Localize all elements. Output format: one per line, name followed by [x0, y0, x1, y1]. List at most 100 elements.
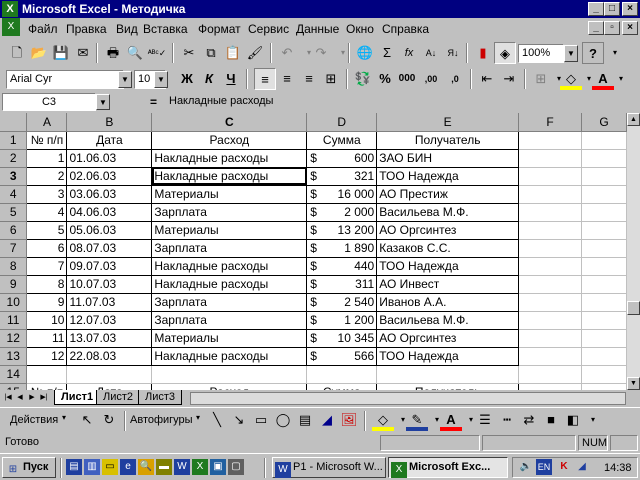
cell-date[interactable]: 11.07.03: [66, 292, 153, 312]
select-all-button[interactable]: [0, 113, 28, 132]
row-header[interactable]: 1: [0, 131, 28, 150]
empty-cell[interactable]: [518, 365, 583, 384]
cell-sum[interactable]: $13 200: [306, 220, 378, 240]
cell-sum[interactable]: $321: [306, 166, 378, 186]
print-icon[interactable]: 🖶: [102, 42, 124, 64]
menu-file[interactable]: Файл: [28, 22, 58, 36]
doc-restore-button[interactable]: ▫: [604, 21, 620, 35]
currency-icon[interactable]: 💱: [352, 68, 374, 90]
minimize-button[interactable]: _: [588, 2, 604, 16]
cell-sum[interactable]: $2 540: [306, 292, 378, 312]
line-style-icon[interactable]: ☰: [474, 409, 496, 431]
cell-date[interactable]: 12.07.03: [66, 310, 153, 330]
row-header[interactable]: 2: [0, 149, 28, 168]
header-cell-copy[interactable]: Сумма: [306, 382, 378, 390]
shadow-icon[interactable]: ■: [540, 409, 562, 431]
new-file-icon[interactable]: 🗋: [6, 42, 28, 64]
keyboard-switch-icon[interactable]: K: [556, 459, 572, 475]
redo-icon[interactable]: ↷: [310, 42, 332, 64]
row-header[interactable]: 4: [0, 185, 28, 204]
actions-dropdown-icon[interactable]: ▾: [62, 413, 66, 422]
empty-cell[interactable]: [518, 311, 583, 330]
clipart-icon[interactable]: 🖼: [338, 409, 360, 431]
save-icon[interactable]: 💾: [50, 42, 72, 64]
menu-format[interactable]: Формат: [198, 22, 241, 36]
line-icon[interactable]: ╲: [206, 409, 228, 431]
cell-recipient[interactable]: АО Оргсинтез: [376, 328, 520, 348]
format-painter-icon[interactable]: 🖌: [244, 42, 266, 64]
first-sheet-icon[interactable]: |◀: [2, 392, 14, 404]
cell-date[interactable]: 13.07.03: [66, 328, 153, 348]
cell-expense[interactable]: Материалы: [151, 184, 308, 204]
line-color-icon[interactable]: ✎: [406, 409, 428, 431]
row-header[interactable]: 15: [0, 383, 28, 390]
column-header-a[interactable]: A: [26, 113, 68, 132]
cell-date[interactable]: 02.06.03: [66, 166, 153, 186]
language-indicator[interactable]: EN: [536, 459, 552, 475]
header-cell-recipient[interactable]: Получатель: [376, 130, 520, 150]
column-header-d[interactable]: D: [306, 113, 378, 132]
tab-sheet1[interactable]: Лист1: [54, 390, 101, 405]
cell-expense[interactable]: Накладные расходы: [151, 166, 308, 186]
formula-input[interactable]: Накладные расходы: [166, 93, 638, 111]
cell-recipient[interactable]: ТОО Надежда: [376, 346, 520, 366]
cell-date[interactable]: 10.07.03: [66, 274, 153, 294]
thousands-button[interactable]: 000: [396, 68, 418, 90]
quicklaunch-folder2-icon[interactable]: ▬: [156, 459, 172, 475]
row-header[interactable]: 14: [0, 365, 28, 384]
cell-date[interactable]: 05.06.03: [66, 220, 153, 240]
menu-view[interactable]: Вид: [116, 22, 138, 36]
open-folder-icon[interactable]: 📂: [28, 42, 50, 64]
name-box[interactable]: C3: [2, 93, 96, 111]
cell-expense[interactable]: Зарплата: [151, 292, 308, 312]
tab-sheet2[interactable]: Лист2: [96, 390, 141, 405]
empty-cell[interactable]: [581, 347, 627, 366]
cell-expense[interactable]: Материалы: [151, 328, 308, 348]
empty-cell[interactable]: [518, 131, 583, 150]
empty-cell[interactable]: [581, 167, 627, 186]
font-size-dropdown-icon[interactable]: ▼: [154, 71, 168, 88]
header-cell-copy[interactable]: Получатель: [376, 382, 520, 390]
underline-button[interactable]: Ч: [220, 68, 242, 90]
cell-recipient[interactable]: Иванов А.А.: [376, 292, 520, 312]
doc-minimize-button[interactable]: _: [588, 21, 604, 35]
cell-date[interactable]: 01.06.03: [66, 148, 153, 168]
cell-recipient[interactable]: АО Инвест: [376, 274, 520, 294]
menu-window[interactable]: Окно: [346, 22, 374, 36]
cell-number[interactable]: 2: [26, 166, 68, 186]
cell-sum[interactable]: $2 000: [306, 202, 378, 222]
cell-number[interactable]: 7: [26, 256, 68, 276]
header-cell-copy[interactable]: Дата: [66, 382, 153, 390]
cell-sum[interactable]: $600: [306, 148, 378, 168]
row-header[interactable]: 7: [0, 239, 28, 258]
cell-expense[interactable]: Зарплата: [151, 310, 308, 330]
italic-button[interactable]: К: [198, 68, 220, 90]
cell-expense[interactable]: Зарплата: [151, 238, 308, 258]
next-sheet-icon[interactable]: ▶: [26, 392, 38, 404]
empty-cell[interactable]: [581, 203, 627, 222]
row-header[interactable]: 3: [0, 167, 28, 186]
print-preview-icon[interactable]: 🔍: [124, 42, 146, 64]
row-header[interactable]: 12: [0, 329, 28, 348]
empty-cell[interactable]: [518, 167, 583, 186]
cell-recipient[interactable]: Казаков С.С.: [376, 238, 520, 258]
arrow-icon[interactable]: ↘: [228, 409, 250, 431]
zoom-dropdown-icon[interactable]: ▼: [564, 45, 578, 62]
sort-descending-icon[interactable]: Я↓: [442, 42, 464, 64]
empty-cell[interactable]: [66, 365, 153, 384]
zoom-input[interactable]: 100%: [518, 44, 564, 63]
close-button[interactable]: ×: [622, 2, 638, 16]
3d-icon[interactable]: ◧: [562, 409, 584, 431]
document-icon[interactable]: X: [2, 18, 20, 36]
header-cell-number[interactable]: № п/п: [26, 130, 68, 150]
cell-number[interactable]: 11: [26, 328, 68, 348]
empty-cell[interactable]: [518, 221, 583, 240]
cell-date[interactable]: 22.08.03: [66, 346, 153, 366]
cell-number[interactable]: 9: [26, 292, 68, 312]
name-box-dropdown-icon[interactable]: ▼: [96, 94, 110, 110]
row-header[interactable]: 6: [0, 221, 28, 240]
empty-cell[interactable]: [581, 383, 627, 390]
menu-edit[interactable]: Правка: [66, 22, 107, 36]
quicklaunch-word-icon[interactable]: W: [174, 459, 190, 475]
menu-tools[interactable]: Сервис: [248, 22, 289, 36]
